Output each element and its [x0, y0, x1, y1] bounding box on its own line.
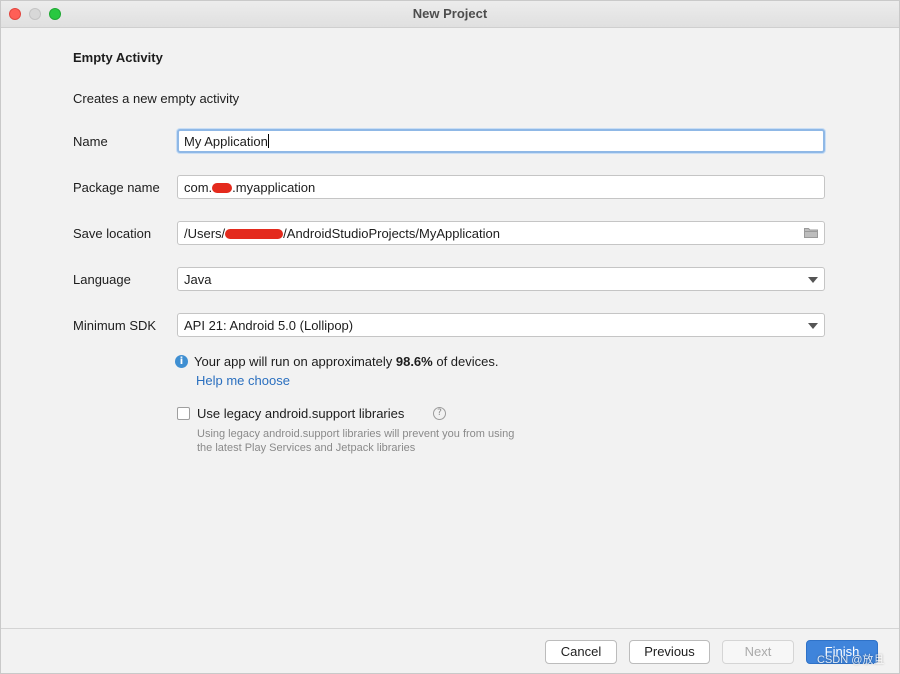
window-title: New Project: [412, 6, 488, 21]
minimum-sdk-selected: API 21: Android 5.0 (Lollipop): [184, 318, 354, 333]
chevron-down-icon: [808, 323, 818, 329]
minimum-sdk-select[interactable]: API 21: Android 5.0 (Lollipop): [177, 313, 825, 337]
legacy-hint-line-2: the latest Play Services and Jetpack lib…: [197, 442, 416, 454]
name-label: Name: [73, 134, 108, 149]
redaction-mark: [225, 229, 284, 239]
redaction-mark: [212, 183, 233, 193]
cancel-button[interactable]: Cancel: [545, 640, 617, 664]
language-select[interactable]: Java: [177, 267, 825, 291]
package-name-label: Package name: [73, 180, 160, 195]
question-icon[interactable]: ?: [433, 407, 446, 420]
package-prefix: com.: [184, 180, 213, 195]
name-field-value: My Application: [184, 134, 268, 149]
save-location-suffix: /AndroidStudioProjects/MyApplication: [283, 226, 500, 241]
template-heading: Empty Activity: [73, 50, 163, 65]
package-suffix: .myapplication: [232, 180, 316, 195]
title-bar: New Project: [1, 1, 899, 28]
name-field[interactable]: My Application: [177, 129, 825, 153]
watermark: CSDN @放且: [817, 654, 885, 666]
new-project-window: New Project Empty Activity Creates a new…: [0, 0, 900, 674]
coverage-percent: 98.6%: [395, 354, 433, 369]
help-me-choose-link[interactable]: Help me choose: [196, 373, 290, 388]
save-location-field[interactable]: /Users/ /AndroidStudioProjects/MyApplicat…: [177, 221, 825, 245]
legacy-hint-line-1: Using legacy android.support libraries w…: [197, 428, 515, 440]
info-icon: i: [175, 355, 188, 368]
legacy-support-checkbox[interactable]: [177, 407, 190, 420]
coverage-text-before: Your app will run on approximately: [194, 354, 396, 369]
chevron-down-icon: [808, 277, 818, 283]
footer-divider: [1, 628, 899, 629]
previous-button[interactable]: Previous: [629, 640, 710, 664]
minimum-sdk-label: Minimum SDK: [73, 318, 157, 333]
legacy-support-label[interactable]: Use legacy android.support libraries: [197, 406, 404, 421]
save-location-prefix: /Users/: [184, 226, 226, 241]
package-name-field[interactable]: com. .myapplication: [177, 175, 825, 199]
folder-icon[interactable]: [804, 227, 818, 238]
save-location-label: Save location: [73, 226, 152, 241]
language-label: Language: [73, 272, 131, 287]
coverage-text-after: of devices.: [432, 354, 499, 369]
text-caret: [267, 134, 269, 148]
template-description: Creates a new empty activity: [73, 91, 240, 106]
language-selected: Java: [184, 272, 212, 287]
next-button[interactable]: Next: [722, 640, 794, 664]
